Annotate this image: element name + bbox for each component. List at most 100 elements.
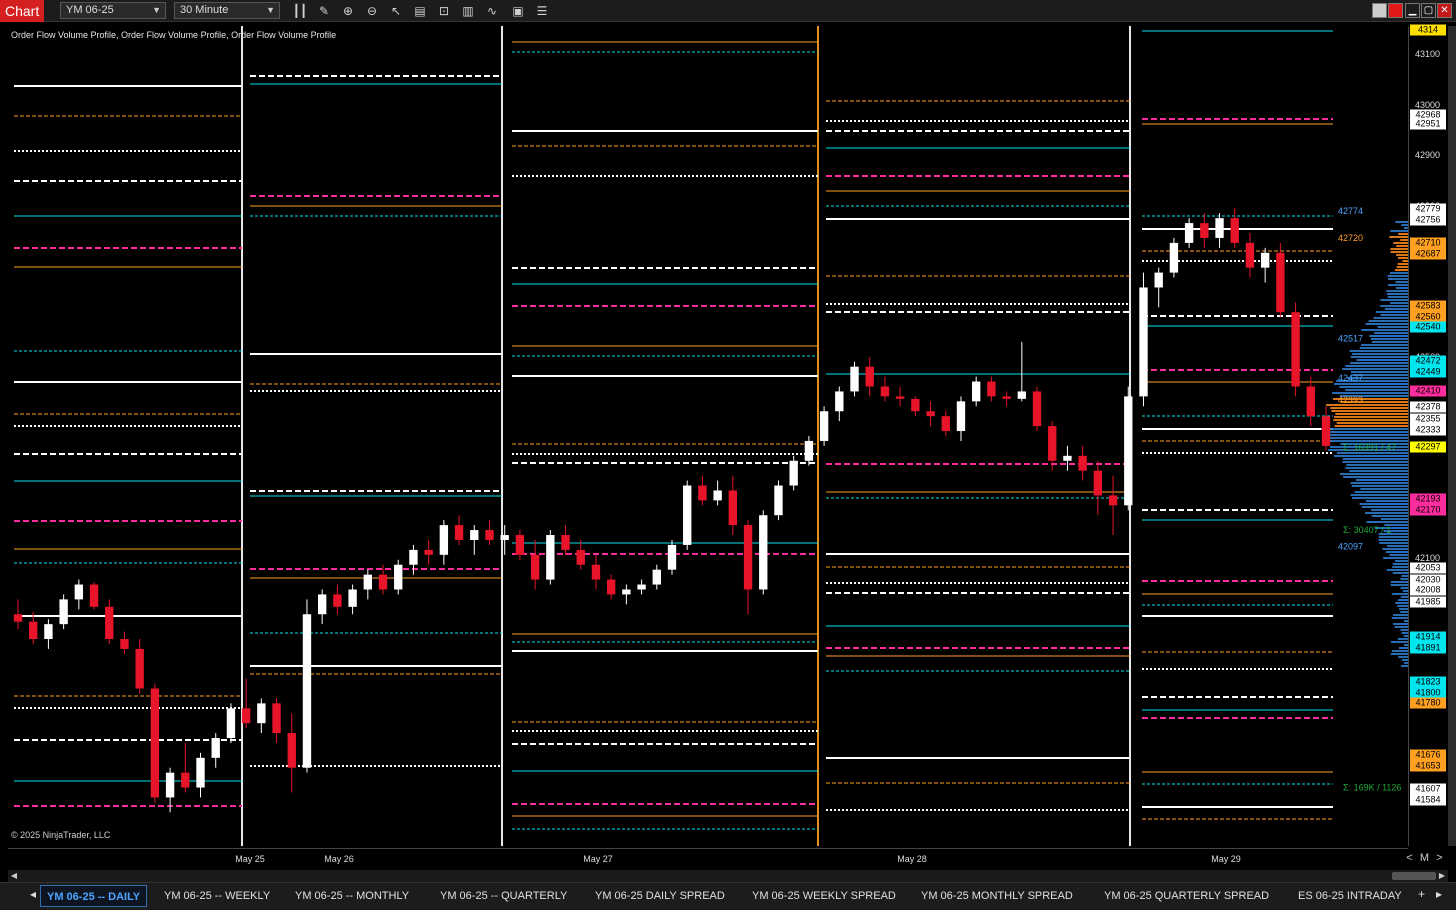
- candle-body: [1200, 223, 1208, 238]
- price-marker: 42540: [1410, 322, 1446, 333]
- candle-body: [455, 525, 463, 540]
- draw-pencil-icon[interactable]: ✎: [316, 3, 332, 19]
- zoom-next-button[interactable]: >: [1432, 850, 1447, 866]
- time-axis[interactable]: May 25 May 26 May 27 May 28 May 29: [8, 848, 1408, 868]
- tab-daily[interactable]: YM 06-25 -- DAILY: [40, 885, 147, 907]
- price-tick: 43000: [1415, 100, 1440, 110]
- volume-profile-bar: [1372, 341, 1408, 343]
- scroll-right-icon[interactable]: ▶: [1436, 870, 1448, 882]
- color-link-icon[interactable]: [1388, 3, 1403, 18]
- price-marker: 41823: [1410, 677, 1446, 688]
- candle-body: [1261, 253, 1269, 268]
- candle-body: [729, 490, 737, 525]
- candle-body: [333, 594, 341, 606]
- volume-profile-bar: [1343, 476, 1408, 478]
- zoom-in-icon[interactable]: ⊕: [340, 3, 356, 19]
- analysis-icon[interactable]: ∿: [484, 3, 500, 19]
- volume-profile-bar: [1369, 320, 1408, 322]
- indicators-icon[interactable]: ⊡: [436, 3, 452, 19]
- indicator-label[interactable]: Order Flow Volume Profile, Order Flow Vo…: [11, 30, 336, 40]
- add-tab-icon[interactable]: +: [1418, 887, 1425, 901]
- volume-profile-bar: [1391, 581, 1408, 583]
- candle-body: [394, 565, 402, 590]
- maximize-icon[interactable]: ▢: [1421, 3, 1436, 18]
- instrument-select[interactable]: YM 06-25 ▼: [60, 2, 166, 19]
- data-box-icon[interactable]: ▤: [412, 3, 428, 19]
- link-icon[interactable]: [1372, 3, 1387, 18]
- volume-profile-bar: [1393, 242, 1408, 244]
- price-marker: 42951: [1410, 118, 1446, 129]
- candle-body: [257, 703, 265, 723]
- volume-profile-bar: [1345, 467, 1408, 469]
- horizontal-scrollbar[interactable]: ◀ ▶: [8, 870, 1448, 882]
- volume-profile-bar: [1331, 410, 1408, 412]
- zoom-out-icon[interactable]: ⊖: [364, 3, 380, 19]
- chart-panel[interactable]: 42774 42720 42517 42437 42393 42097 Σ: 16391 /…: [8, 26, 1408, 846]
- price-marker: 42756: [1410, 215, 1446, 226]
- candle-body: [14, 614, 22, 621]
- price-axis[interactable]: 43100 43000 42900 42800 42600 42500 4210…: [1408, 26, 1448, 846]
- pointer-icon[interactable]: ↖: [388, 3, 404, 19]
- volume-profile-bar: [1357, 359, 1408, 361]
- volume-profile-bar: [1390, 272, 1408, 274]
- tab-scroll-left-icon[interactable]: ◂: [30, 887, 36, 901]
- volume-profile-bar: [1398, 638, 1408, 640]
- scroll-left-icon[interactable]: ◀: [8, 870, 20, 882]
- interval-select[interactable]: 30 Minute ▼: [174, 2, 280, 19]
- candle-body: [75, 585, 83, 600]
- zoom-mode-button[interactable]: M: [1417, 850, 1432, 866]
- candle-body: [805, 441, 813, 461]
- volume-profile-bar: [1350, 362, 1408, 364]
- minimize-icon[interactable]: ▁: [1405, 3, 1420, 18]
- tab-daily-spread[interactable]: YM 06-25 DAILY SPREAD: [589, 885, 731, 907]
- volume-profile-bar: [1389, 554, 1408, 556]
- volume-profile-bar: [1398, 656, 1408, 658]
- bar-type-icon[interactable]: ┃┃: [292, 3, 308, 19]
- tab-scroll-right-icon[interactable]: ▸: [1436, 887, 1442, 901]
- candle-body: [698, 486, 706, 501]
- zoom-prev-button[interactable]: <: [1402, 850, 1417, 866]
- candle-body: [926, 411, 934, 416]
- tab-weekly-spread[interactable]: YM 06-25 WEEKLY SPREAD: [746, 885, 902, 907]
- candle-body: [713, 490, 721, 500]
- candle-body: [866, 367, 874, 387]
- volume-profile-bar: [1395, 602, 1408, 604]
- profile-level-label: 42437: [1338, 373, 1363, 383]
- close-icon[interactable]: ✕: [1437, 3, 1452, 18]
- tab-weekly[interactable]: YM 06-25 -- WEEKLY: [158, 885, 276, 907]
- tab-quarterly-spread[interactable]: YM 06-25 QUARTERLY SPREAD: [1098, 885, 1275, 907]
- list-icon[interactable]: ☰: [534, 3, 550, 19]
- volume-profile-bar: [1356, 479, 1408, 481]
- volume-profile-bar: [1398, 257, 1408, 259]
- time-label: May 27: [583, 854, 613, 864]
- candle-body: [1124, 396, 1132, 505]
- candle-body: [607, 580, 615, 595]
- candle-body: [1033, 391, 1041, 426]
- volume-profile-bar: [1395, 626, 1408, 628]
- profile-level-label: 42097: [1338, 541, 1363, 551]
- chevron-down-icon: ▼: [266, 3, 275, 18]
- candle-body: [440, 525, 448, 555]
- volume-profile-bar: [1350, 494, 1408, 496]
- candle-body: [972, 382, 980, 402]
- volume-profile-bar: [1374, 317, 1408, 319]
- tab-monthly-spread[interactable]: YM 06-25 MONTHLY SPREAD: [915, 885, 1079, 907]
- volume-profile-bar: [1388, 296, 1408, 298]
- candle-body: [683, 486, 691, 545]
- candle-body: [242, 708, 250, 723]
- candle-body: [485, 530, 493, 540]
- strategies-icon[interactable]: ▥: [460, 3, 476, 19]
- candle-body: [44, 624, 52, 639]
- candle-body: [1078, 456, 1086, 471]
- volume-sum-label: Σ: 30407 / 1: [1343, 525, 1391, 535]
- scroll-thumb[interactable]: [1392, 872, 1436, 880]
- tab-es-intraday[interactable]: ES 06-25 INTRADAY: [1292, 885, 1408, 907]
- volume-profile-bar: [1391, 251, 1408, 253]
- tab-monthly[interactable]: YM 06-25 -- MONTHLY: [289, 885, 415, 907]
- tab-quarterly[interactable]: YM 06-25 -- QUARTERLY: [434, 885, 573, 907]
- volume-profile-bar: [1380, 314, 1408, 316]
- candle-body: [409, 550, 417, 565]
- volume-profile-bar: [1380, 299, 1408, 301]
- properties-icon[interactable]: ▣: [510, 3, 526, 19]
- volume-profile-bar: [1392, 650, 1408, 652]
